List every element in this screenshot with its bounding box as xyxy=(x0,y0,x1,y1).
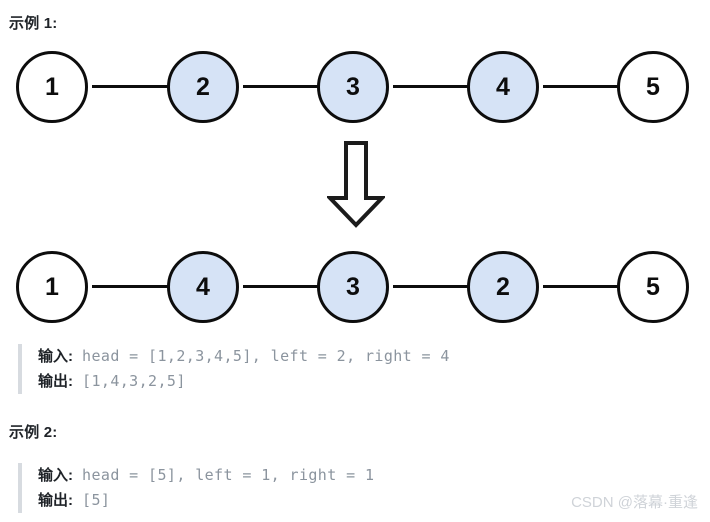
transform-down-arrow-icon xyxy=(325,140,387,228)
output-value: [1,4,3,2,5] xyxy=(82,372,186,390)
output-label: 输出: xyxy=(38,492,73,509)
list-node-in-3: 3 xyxy=(317,51,389,123)
edge-shaft xyxy=(92,85,174,88)
edge-shaft xyxy=(393,85,475,88)
example-1-output-line: 输出: [1,4,3,2,5] xyxy=(38,369,450,394)
example-1-heading: 示例 1: xyxy=(9,15,58,32)
example-2-output-line: 输出: [5] xyxy=(38,488,374,513)
edge-shaft xyxy=(92,285,174,288)
input-value: head = [5], left = 1, right = 1 xyxy=(82,466,375,484)
edge-shaft xyxy=(243,285,325,288)
list-node-out-1: 1 xyxy=(16,251,88,323)
output-label: 输出: xyxy=(38,373,73,390)
input-linked-list: 1 2 3 4 5 xyxy=(0,51,710,129)
list-node-out-5: 5 xyxy=(617,251,689,323)
example-2-input-line: 输入: head = [5], left = 1, right = 1 xyxy=(38,463,374,488)
edge-shaft xyxy=(543,85,625,88)
example-2-heading: 示例 2: xyxy=(9,424,58,441)
input-label: 输入: xyxy=(38,348,73,365)
list-node-in-4: 4 xyxy=(467,51,539,123)
example-2-io-block: 输入: head = [5], left = 1, right = 1 输出: … xyxy=(18,463,374,513)
csdn-watermark: CSDN @落幕·重逢 xyxy=(571,494,698,511)
example-1-input-line: 输入: head = [1,2,3,4,5], left = 2, right … xyxy=(38,344,450,369)
edge-shaft xyxy=(543,285,625,288)
list-node-out-3: 3 xyxy=(317,251,389,323)
list-node-out-4: 2 xyxy=(467,251,539,323)
edge-shaft xyxy=(393,285,475,288)
example-1-io-block: 输入: head = [1,2,3,4,5], left = 2, right … xyxy=(18,344,450,394)
list-node-in-1: 1 xyxy=(16,51,88,123)
list-node-in-5: 5 xyxy=(617,51,689,123)
input-value: head = [1,2,3,4,5], left = 2, right = 4 xyxy=(82,347,450,365)
edge-shaft xyxy=(243,85,325,88)
list-node-out-2: 4 xyxy=(167,251,239,323)
input-label: 输入: xyxy=(38,467,73,484)
list-node-in-2: 2 xyxy=(167,51,239,123)
output-value: [5] xyxy=(82,491,111,509)
output-linked-list: 1 4 3 2 5 xyxy=(0,251,710,329)
